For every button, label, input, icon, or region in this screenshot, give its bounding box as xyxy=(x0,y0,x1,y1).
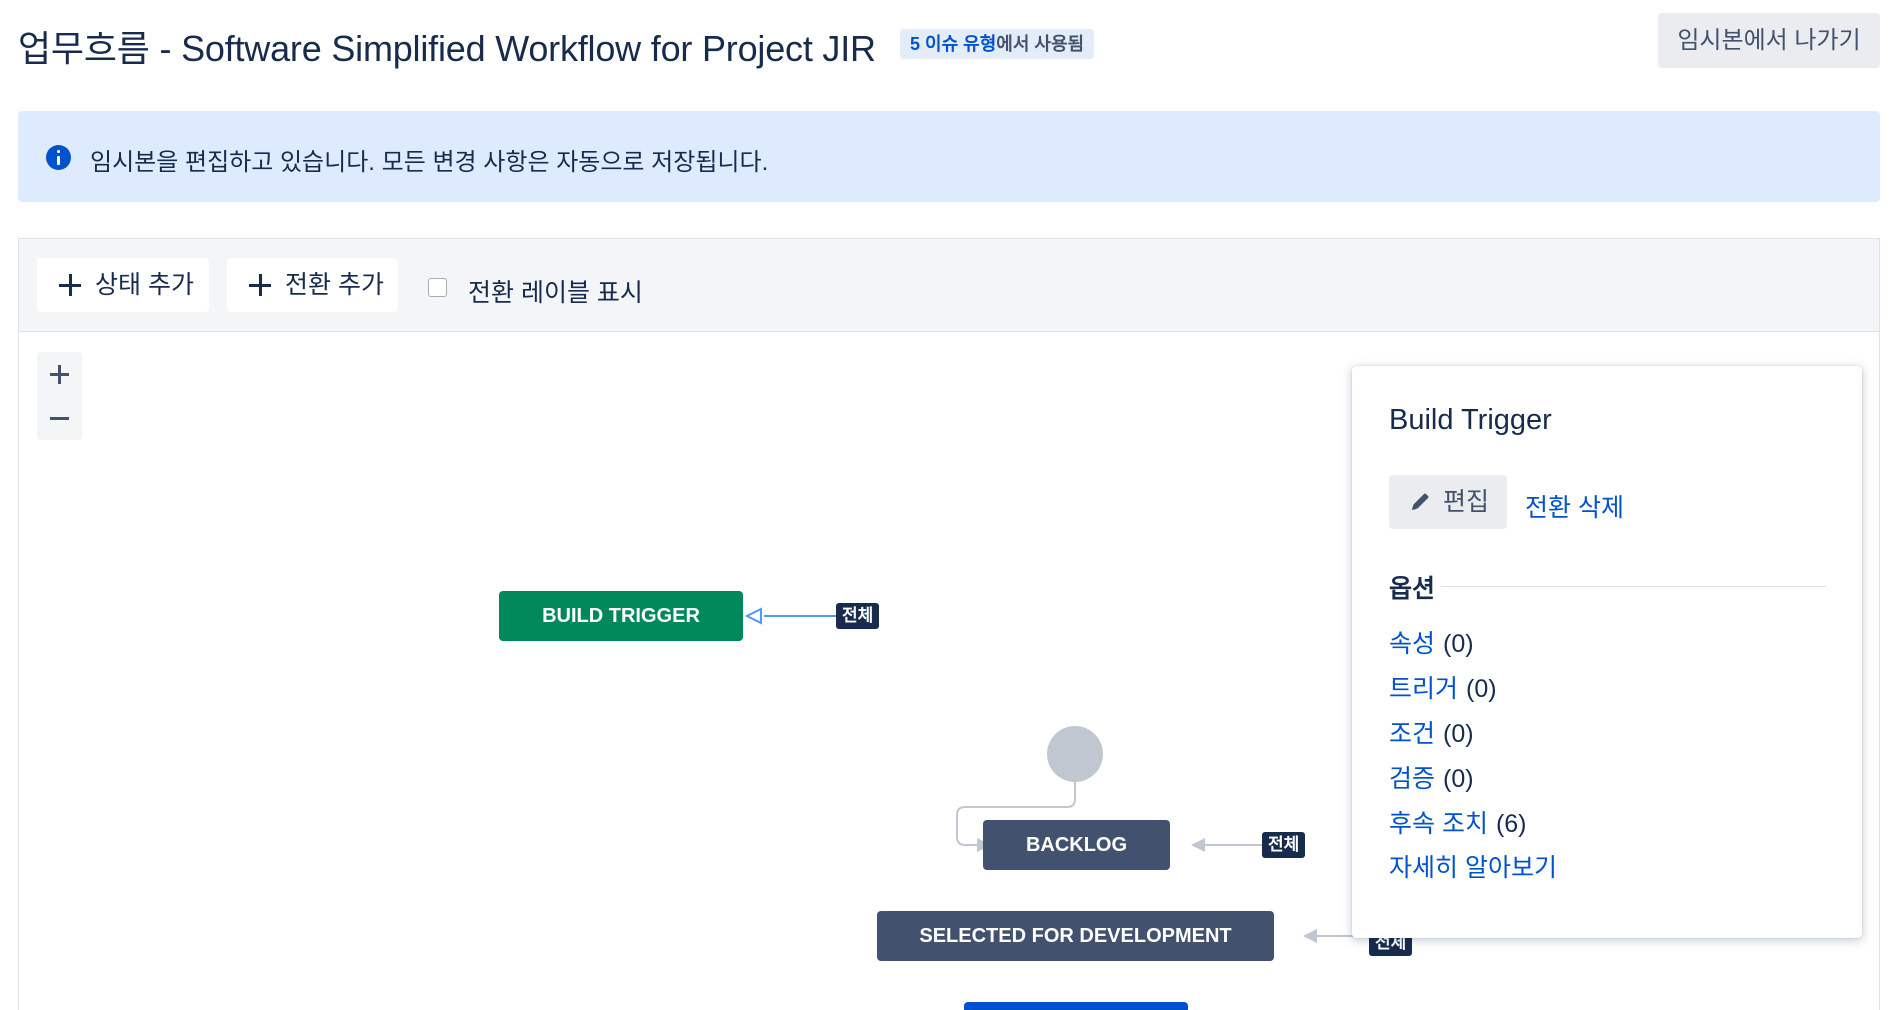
option-count: (0) xyxy=(1443,630,1474,658)
option-count: (0) xyxy=(1443,720,1474,748)
delete-transition-link[interactable]: 전환 삭제 xyxy=(1525,488,1624,524)
status-in-progress[interactable] xyxy=(964,1002,1188,1010)
plus-icon xyxy=(59,274,81,296)
banner-message: 임시본을 편집하고 있습니다. 모든 변경 사항은 자동으로 저장됩니다. xyxy=(90,149,769,176)
option-triggers[interactable]: 트리거 (0) xyxy=(1389,669,1497,705)
panel-title: Build Trigger xyxy=(1389,404,1552,436)
global-transition-tag[interactable]: 전체 xyxy=(836,603,880,629)
options-divider xyxy=(1389,586,1826,587)
option-link[interactable]: 검증 xyxy=(1389,765,1435,793)
option-count: (0) xyxy=(1443,765,1474,793)
learn-more-link[interactable]: 자세히 알아보기 xyxy=(1389,848,1557,884)
info-banner: 임시본을 편집하고 있습니다. 모든 변경 사항은 자동으로 저장됩니다. xyxy=(18,111,1880,202)
transition-arrowhead xyxy=(1303,929,1317,943)
workflow-canvas[interactable]: BUILD TRIGGER 전체 BACKLOG 전체 SELECTED FOR… xyxy=(19,332,1879,1010)
usage-badge[interactable]: 5 이슈 유형에서 사용됨 xyxy=(900,29,1095,59)
option-link[interactable]: 후속 조치 xyxy=(1389,810,1488,838)
transition-arrowhead xyxy=(1191,838,1205,852)
workflow-editor: 상태 추가 전환 추가 전환 레이블 표시 BUILD TRIGGER 전체 B… xyxy=(18,238,1880,1010)
show-transition-labels-label[interactable]: 전환 레이블 표시 xyxy=(468,273,643,309)
status-backlog[interactable]: BACKLOG xyxy=(983,820,1170,870)
add-transition-button[interactable]: 전환 추가 xyxy=(227,258,398,312)
edit-button[interactable]: 편집 xyxy=(1389,475,1507,529)
exit-draft-button[interactable]: 임시본에서 나가기 xyxy=(1658,13,1880,68)
option-count: (6) xyxy=(1495,810,1527,838)
issue-type-count-link[interactable]: 5 이슈 유형 xyxy=(910,34,996,54)
global-transition-tag[interactable]: 전체 xyxy=(1262,832,1306,858)
option-properties[interactable]: 속성 (0) xyxy=(1389,624,1474,660)
option-link[interactable]: 트리거 xyxy=(1389,675,1458,703)
option-post-functions[interactable]: 후속 조치 (6) xyxy=(1389,804,1527,840)
add-status-button[interactable]: 상태 추가 xyxy=(37,258,209,312)
options-heading: 옵션 xyxy=(1389,569,1442,605)
edit-label: 편집 xyxy=(1443,488,1490,516)
option-validators[interactable]: 검증 (0) xyxy=(1389,759,1474,795)
transition-properties-panel: Build Trigger 편집 전환 삭제 옵션 속성 (0) 트리거 (0) 조… xyxy=(1352,366,1862,938)
option-count: (0) xyxy=(1466,675,1497,703)
add-transition-label: 전환 추가 xyxy=(285,271,384,299)
option-link[interactable]: 조건 xyxy=(1389,720,1435,748)
info-icon xyxy=(46,145,71,170)
status-build-trigger[interactable]: BUILD TRIGGER xyxy=(499,591,743,641)
editor-toolbar: 상태 추가 전환 추가 전환 레이블 표시 xyxy=(19,239,1879,332)
usage-suffix: 에서 사용됨 xyxy=(996,34,1085,54)
status-selected-for-development[interactable]: SELECTED FOR DEVELOPMENT xyxy=(877,911,1274,961)
transition-arrowhead xyxy=(744,607,762,625)
show-transition-labels-checkbox[interactable] xyxy=(428,278,447,297)
add-status-label: 상태 추가 xyxy=(95,271,194,299)
learn-more-label[interactable]: 자세히 알아보기 xyxy=(1389,854,1557,882)
pencil-icon xyxy=(1412,493,1429,510)
page-title: 업무흐름 - Software Simplified Workflow for … xyxy=(18,28,876,69)
option-link[interactable]: 속성 xyxy=(1389,630,1435,658)
start-node xyxy=(1047,726,1103,782)
plus-icon xyxy=(249,274,271,296)
option-conditions[interactable]: 조건 (0) xyxy=(1389,714,1474,750)
